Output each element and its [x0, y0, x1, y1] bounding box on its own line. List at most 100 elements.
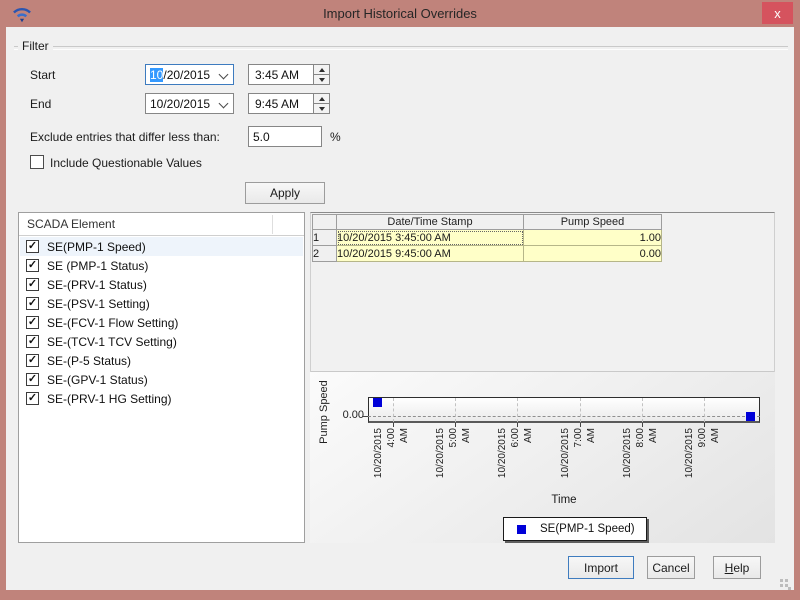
end-date-combobox[interactable]: 10/20/2015	[145, 93, 234, 114]
vertical-gridline	[393, 398, 394, 422]
item-checkbox[interactable]: ✓	[26, 373, 39, 386]
x-tick-label: 10/20/20156:00AM	[496, 428, 538, 492]
title-bar[interactable]: Import Historical Overrides x	[0, 0, 800, 27]
start-time-spinner[interactable]: 3:45 AM	[248, 64, 330, 85]
datetime-cell[interactable]: 10/20/2015 9:45:00 AM	[337, 246, 524, 262]
list-item[interactable]: ✓ SE-(PRV-1 Status)	[20, 275, 303, 294]
list-item[interactable]: ✓ SE-(GPV-1 Status)	[20, 370, 303, 389]
cancel-button-label: Cancel	[652, 561, 689, 575]
x-tick-mark	[517, 423, 518, 427]
item-checkbox[interactable]: ✓	[26, 259, 39, 272]
item-label: SE-(FCV-1 Flow Setting)	[47, 316, 178, 330]
arrow-up-icon	[319, 68, 325, 72]
dialog-window: Import Historical Overrides x Filter Sta…	[0, 0, 800, 600]
x-tick-label: 10/20/20157:00AM	[559, 428, 601, 492]
vertical-gridline	[455, 398, 456, 422]
exclude-threshold-input[interactable]	[248, 126, 322, 147]
spin-up-button[interactable]	[314, 65, 329, 75]
x-tick-mark	[704, 423, 705, 427]
item-checkbox[interactable]: ✓	[26, 316, 39, 329]
apply-button[interactable]: Apply	[245, 182, 325, 204]
list-item[interactable]: ✓ SE (PMP-1 Status)	[20, 256, 303, 275]
data-point-marker	[373, 398, 382, 407]
x-tick-label: 10/20/20159:00AM	[683, 428, 725, 492]
column-divider	[272, 215, 273, 234]
item-label: SE-(PSV-1 Setting)	[47, 297, 150, 311]
list-item[interactable]: ✓ SE-(P-5 Status)	[20, 351, 303, 370]
item-checkbox[interactable]: ✓	[26, 392, 39, 405]
legend-marker-icon	[517, 525, 526, 534]
start-date-selected-text: 10	[150, 68, 163, 82]
x-tick-mark	[642, 423, 643, 427]
x-tick-label: 10/20/20154:00AM	[372, 428, 414, 492]
end-time-value: 9:45 AM	[255, 97, 299, 111]
include-questionable-checkbox[interactable]	[30, 155, 44, 169]
arrow-up-icon	[319, 97, 325, 101]
item-label: SE-(P-5 Status)	[47, 354, 131, 368]
end-date-text: 10/20/2015	[150, 97, 210, 111]
end-time-spinner[interactable]: 9:45 AM	[248, 93, 330, 114]
item-label: SE-(PRV-1 Status)	[47, 278, 147, 292]
item-checkbox[interactable]: ✓	[26, 297, 39, 310]
spin-up-button[interactable]	[314, 94, 329, 104]
x-tick-mark	[393, 423, 394, 427]
zero-gridline	[368, 416, 760, 417]
value-cell[interactable]: 0.00	[524, 246, 662, 262]
list-item[interactable]: ✓ SE-(TCV-1 TCV Setting)	[20, 332, 303, 351]
item-label: SE-(PRV-1 HG Setting)	[47, 392, 172, 406]
include-questionable-label: Include Questionable Values	[50, 156, 202, 170]
start-time-value: 3:45 AM	[255, 68, 299, 82]
pump-speed-chart: Pump Speed 0.00 Time SE(PMP-1 Speed) 10/…	[310, 372, 775, 543]
vertical-gridline	[704, 398, 705, 422]
exclude-label: Exclude entries that differ less than:	[30, 130, 220, 144]
x-tick-mark	[580, 423, 581, 427]
value-cell[interactable]: 1.00	[524, 230, 662, 246]
legend-series-label: SE(PMP-1 Speed)	[540, 523, 635, 535]
item-label: SE(PMP-1 Speed)	[47, 240, 146, 254]
column-header[interactable]: Date/Time Stamp	[337, 215, 524, 230]
close-button[interactable]: x	[762, 2, 793, 24]
list-item[interactable]: ✓ SE-(PSV-1 Setting)	[20, 294, 303, 313]
import-button-label: Import	[584, 561, 618, 575]
column-header[interactable]: Pump Speed	[524, 215, 662, 230]
window-title: Import Historical Overrides	[323, 6, 477, 21]
row-number-cell[interactable]: 1	[313, 230, 337, 246]
vertical-gridline	[517, 398, 518, 422]
chevron-down-icon[interactable]	[219, 99, 229, 109]
scada-element-list: SCADA Element ✓ SE(PMP-1 Speed) ✓ SE (PMP-1…	[18, 212, 305, 543]
spin-down-button[interactable]	[314, 104, 329, 113]
chart-x-axis-label: Time	[524, 494, 604, 506]
item-label: SE-(GPV-1 Status)	[47, 373, 148, 387]
datetime-cell[interactable]: 10/20/2015 3:45:00 AM	[337, 230, 524, 246]
table-row: 210/20/2015 9:45:00 AM0.00	[313, 246, 662, 262]
cancel-button[interactable]: Cancel	[647, 556, 695, 579]
list-item[interactable]: ✓ SE(PMP-1 Speed)	[20, 237, 303, 256]
row-number-cell[interactable]: 2	[313, 246, 337, 262]
close-icon: x	[774, 6, 781, 21]
data-point-marker	[746, 412, 755, 421]
list-item[interactable]: ✓ SE-(FCV-1 Flow Setting)	[20, 313, 303, 332]
vertical-gridline	[580, 398, 581, 422]
column-header[interactable]	[313, 215, 337, 230]
scada-list-header[interactable]: SCADA Element	[19, 213, 304, 236]
spin-down-button[interactable]	[314, 75, 329, 84]
item-label: SE-(TCV-1 TCV Setting)	[47, 335, 177, 349]
import-button[interactable]: Import	[568, 556, 634, 579]
item-checkbox[interactable]: ✓	[26, 335, 39, 348]
item-checkbox[interactable]: ✓	[26, 354, 39, 367]
help-button-label: Help	[725, 561, 750, 575]
start-date-combobox[interactable]: 10/20/2015	[145, 64, 234, 85]
filter-groupbox-line	[14, 46, 788, 50]
x-tick-label: 10/20/20155:00AM	[434, 428, 476, 492]
scada-signal-icon	[10, 4, 34, 23]
x-tick-label: 10/20/20158:00AM	[621, 428, 663, 492]
chart-legend: SE(PMP-1 Speed)	[503, 517, 647, 541]
item-checkbox[interactable]: ✓	[26, 278, 39, 291]
item-checkbox[interactable]: ✓	[26, 240, 39, 253]
resize-grip[interactable]	[780, 579, 783, 582]
help-button[interactable]: Help	[713, 556, 761, 579]
item-label: SE (PMP-1 Status)	[47, 259, 148, 273]
list-item[interactable]: ✓ SE-(PRV-1 HG Setting)	[20, 389, 303, 408]
chevron-down-icon[interactable]	[219, 70, 229, 80]
y-tick-label: 0.00	[320, 409, 364, 421]
